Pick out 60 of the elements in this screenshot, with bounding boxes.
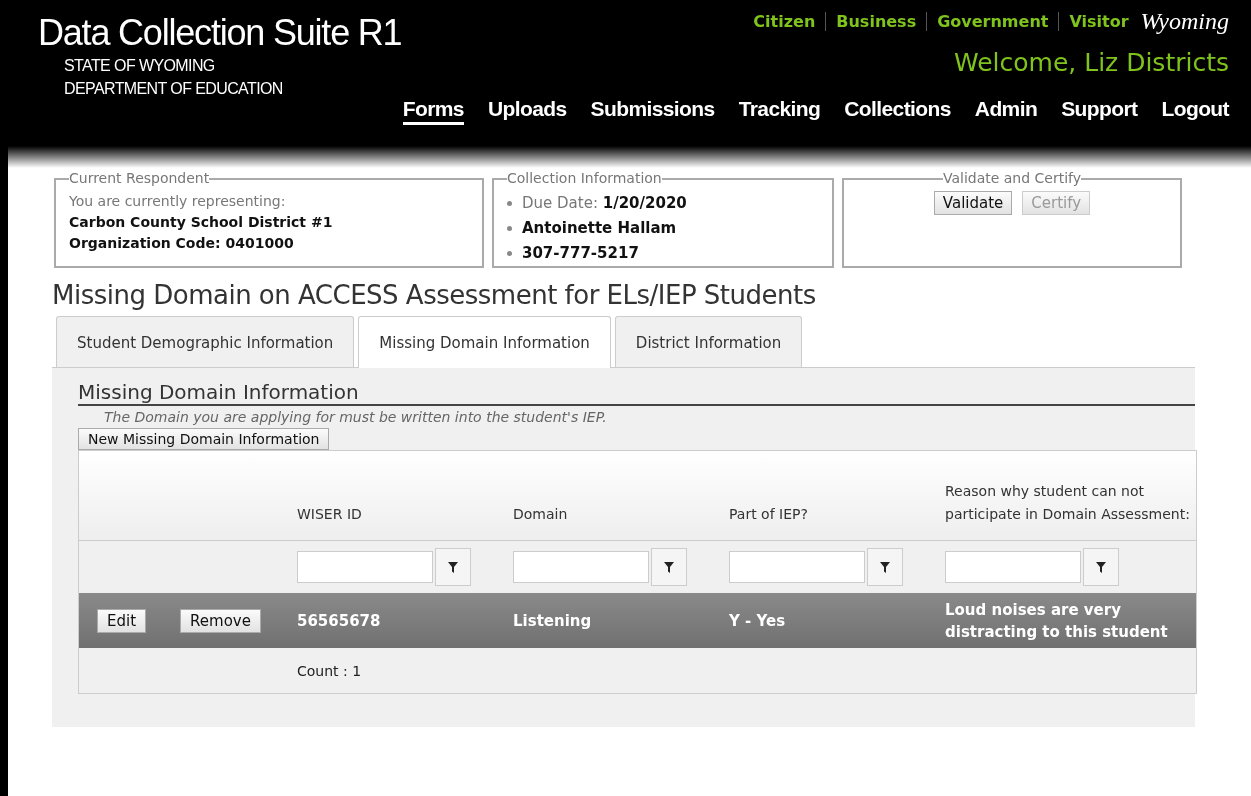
- audience-link[interactable]: Business: [825, 11, 917, 31]
- panel-text: Organization Code: 0401000: [69, 234, 295, 253]
- funnel-icon: [664, 561, 674, 573]
- section-title: Missing Domain Information: [78, 380, 1195, 406]
- site-title: Data Collection Suite R1: [38, 12, 402, 54]
- panel-text: You are currently representing:: [69, 192, 287, 211]
- panel-text: 307-777-5217: [522, 243, 639, 264]
- panel-text: Due Date: 1/20/2020: [522, 193, 687, 214]
- state-logo[interactable]: Wyoming: [1140, 7, 1229, 35]
- filter-button[interactable]: [651, 548, 687, 586]
- row-button[interactable]: Remove: [180, 608, 261, 633]
- panel-legend: Collection Information: [507, 168, 662, 189]
- filter-field[interactable]: [513, 551, 649, 583]
- panel-text: Carbon County School District #1: [69, 213, 334, 232]
- nav-link[interactable]: Uploads: [487, 97, 567, 125]
- filter-field[interactable]: [729, 551, 865, 583]
- page-title: Missing Domain on ACCESS Assessment for ELs/IEP Students: [52, 279, 817, 312]
- filter-field[interactable]: [945, 551, 1081, 583]
- subtitle: STATE OF WYOMING: [64, 56, 216, 76]
- bullet-icon: [507, 201, 512, 206]
- audience-link[interactable]: Citizen: [753, 11, 816, 31]
- tab[interactable]: District Information: [614, 316, 803, 367]
- action-button[interactable]: Validate: [933, 191, 1013, 215]
- bullet-icon: [507, 226, 512, 231]
- tab[interactable]: Student Demographic Information: [56, 316, 355, 367]
- funnel-icon: [448, 561, 458, 573]
- nav-link[interactable]: Forms: [402, 97, 464, 125]
- table-cell-text: Loud noises are very distracting to this student: [945, 599, 1169, 643]
- new-button[interactable]: New Missing Domain Information: [78, 428, 330, 450]
- column-header: Domain: [513, 505, 568, 524]
- filter-field[interactable]: [297, 551, 433, 583]
- tab[interactable]: Missing Domain Information: [358, 316, 611, 368]
- funnel-icon: [1096, 561, 1106, 573]
- subtitle: DEPARTMENT OF EDUCATION: [64, 79, 284, 99]
- column-header: Reason why student can not participate in Domain Assessment:: [945, 482, 1190, 524]
- nav-link[interactable]: Support: [1061, 97, 1138, 125]
- column-header: Part of IEP?: [729, 505, 808, 524]
- table-cell-text: Listening: [513, 610, 592, 632]
- nav-link[interactable]: Logout: [1161, 97, 1229, 125]
- filter-button[interactable]: [1083, 548, 1119, 586]
- funnel-icon: [880, 561, 890, 573]
- row-button[interactable]: Edit: [97, 608, 147, 633]
- nav-link[interactable]: Collections: [844, 97, 951, 125]
- table-cell-text: Y - Yes: [729, 610, 786, 632]
- filter-button[interactable]: [867, 548, 903, 586]
- row-count: Count : 1: [297, 662, 362, 679]
- audience-link[interactable]: Visitor: [1058, 11, 1129, 31]
- note-text: The Domain you are applying for must be written into the student's IEP.: [104, 408, 608, 427]
- welcome-text: Welcome, Liz Districts: [954, 48, 1229, 77]
- table-cell-text: 56565678: [297, 610, 381, 632]
- bullet-icon: [507, 251, 512, 256]
- audience-link[interactable]: Government: [926, 11, 1049, 31]
- panel-legend: Validate and Certify: [942, 168, 1082, 189]
- panel-text: Antoinette Hallam: [522, 218, 677, 239]
- panel-legend: Current Respondent: [69, 168, 210, 189]
- nav-link[interactable]: Tracking: [738, 97, 821, 125]
- nav-link[interactable]: Submissions: [590, 97, 715, 125]
- nav-link[interactable]: Admin: [974, 97, 1038, 125]
- column-header: WISER ID: [297, 505, 362, 524]
- filter-button[interactable]: [435, 548, 471, 586]
